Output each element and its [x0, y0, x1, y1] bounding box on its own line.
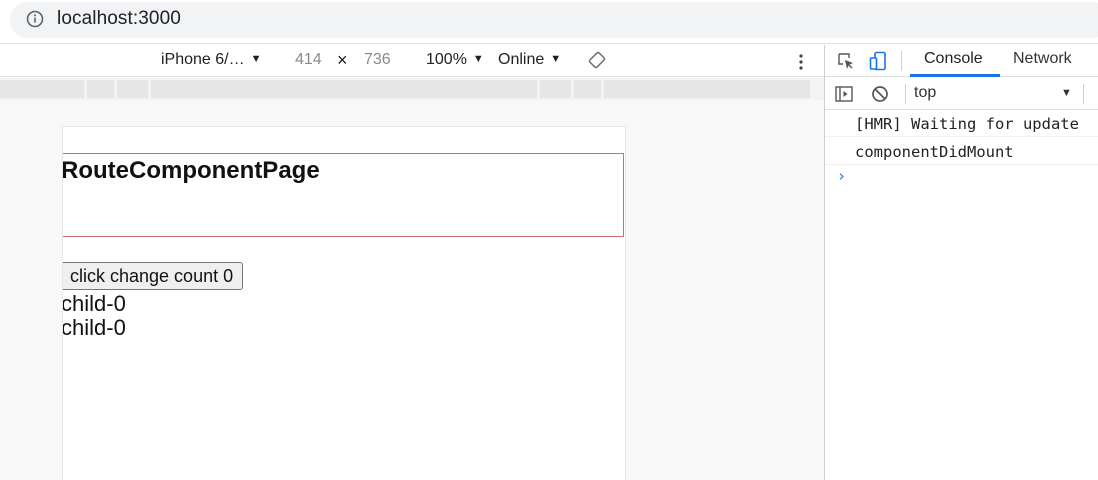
media-query-segment[interactable] [117, 80, 148, 98]
media-query-segment[interactable] [87, 80, 114, 98]
page-title: RouteComponentPage [62, 157, 320, 184]
device-select[interactable]: iPhone 6/… ▼ [161, 51, 262, 69]
child-text: child-0 [62, 315, 126, 340]
change-count-button[interactable]: click change count 0 [63, 262, 244, 290]
clear-console-icon[interactable] [871, 85, 889, 103]
device-select-label: iPhone 6/… [161, 51, 245, 68]
info-icon[interactable] [26, 10, 44, 28]
inspect-element-icon[interactable] [837, 52, 855, 70]
emulated-device-screen: RouteComponentPage click change count 0 … [62, 126, 626, 480]
console-message: componentDidMount [825, 139, 1098, 165]
zoom-select[interactable]: 100% ▼ [426, 51, 484, 69]
media-query-segment[interactable] [574, 80, 601, 98]
height-input[interactable]: 736 [364, 51, 391, 69]
console-sidebar-icon[interactable] [835, 86, 853, 102]
media-query-segment[interactable] [0, 80, 84, 98]
context-selector[interactable]: top [914, 84, 936, 102]
tab-console[interactable]: Console [924, 50, 983, 68]
dimension-separator: × [337, 50, 348, 70]
active-tab-indicator [910, 74, 1000, 77]
device-toggle-icon[interactable] [869, 51, 887, 71]
toolbar-divider [1083, 84, 1084, 104]
more-options-icon[interactable] [798, 53, 804, 71]
console-message-text: componentDidMount [855, 143, 1014, 161]
media-query-segment[interactable] [151, 80, 537, 98]
throttling-select-label: Online [498, 51, 545, 68]
browser-window: localhost:3000 iPhone 6/… ▼ 414 × 736 100… [0, 0, 1098, 480]
media-query-bar [0, 78, 824, 100]
chevron-down-icon: ▼ [550, 53, 562, 65]
devtools-panel: Console Network top ▼ [HMR] Waiting for … [824, 45, 1098, 480]
devtools-tabbar: Console Network [825, 45, 1098, 77]
media-query-segment[interactable] [604, 80, 810, 98]
child-text: child-0 [62, 291, 126, 316]
toolbar-divider [901, 51, 902, 71]
url-text[interactable]: localhost:3000 [57, 8, 181, 30]
console-message-text: [HMR] Waiting for update [855, 115, 1079, 133]
console-prompt-icon[interactable]: › [837, 167, 846, 185]
chevron-down-icon: ▼ [472, 53, 484, 65]
tab-network[interactable]: Network [1013, 50, 1072, 68]
console-toolbar: top ▼ [825, 78, 1098, 110]
rotate-icon[interactable] [588, 51, 606, 69]
device-toolbar: iPhone 6/… ▼ 414 × 736 100% ▼ Online ▼ [0, 45, 824, 77]
address-bar: localhost:3000 [0, 0, 1098, 44]
width-input[interactable]: 414 [295, 51, 322, 69]
toolbar-divider [905, 84, 906, 104]
throttling-select[interactable]: Online ▼ [498, 51, 561, 69]
media-query-segment[interactable] [540, 80, 571, 98]
zoom-select-label: 100% [426, 51, 467, 68]
chevron-down-icon[interactable]: ▼ [1061, 87, 1072, 99]
chevron-down-icon: ▼ [250, 53, 262, 65]
console-message: [HMR] Waiting for update [825, 111, 1098, 137]
